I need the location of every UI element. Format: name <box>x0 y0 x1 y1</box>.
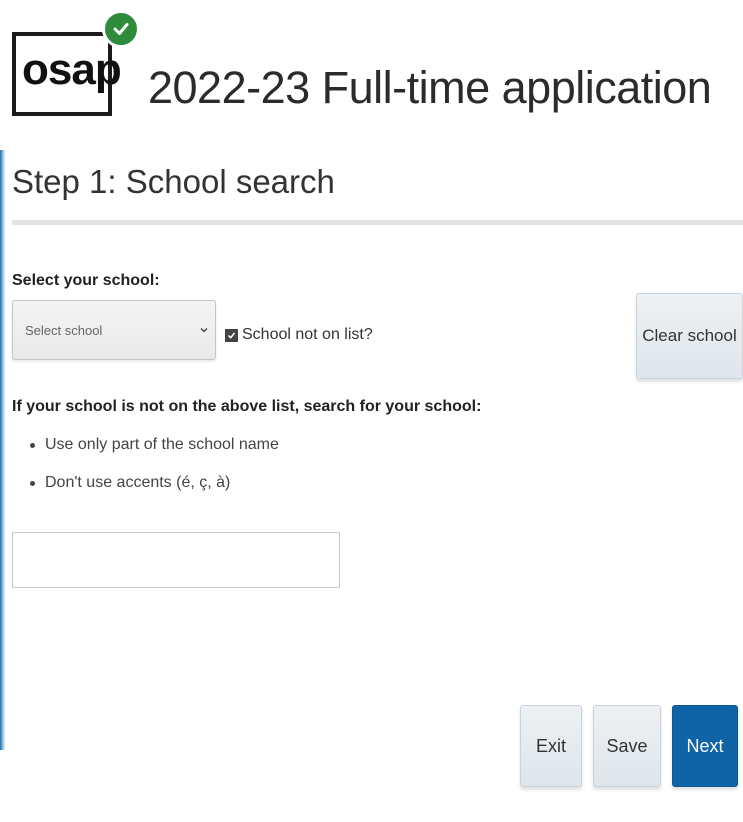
search-hint-text: Use only part of the school name <box>45 436 279 453</box>
save-button[interactable]: Save <box>593 705 661 787</box>
left-edge-decoration <box>0 150 6 750</box>
search-hint-item: Use only part of the school name <box>30 436 279 474</box>
osap-logo: osap <box>12 10 140 118</box>
checkmark-icon <box>113 23 129 35</box>
select-school-label: Select your school: <box>12 272 160 289</box>
search-hint-text: Don't use accents (é, ç, à) <box>45 474 231 491</box>
chevron-down-icon <box>200 328 208 333</box>
school-search-input[interactable] <box>12 532 340 588</box>
school-not-on-list-label: School not on list? <box>242 326 373 343</box>
bullet-icon <box>30 481 35 486</box>
application-title: 2022-23 Full-time application <box>148 62 712 113</box>
logo-text: osap <box>22 45 122 94</box>
next-button[interactable]: Next <box>672 705 738 787</box>
step-title: Step 1: School search <box>12 163 335 200</box>
school-not-on-list-option[interactable]: School not on list? <box>225 326 373 344</box>
school-not-on-list-checkbox[interactable] <box>225 328 238 342</box>
school-search-heading: If your school is not on the above list,… <box>12 398 482 415</box>
exit-button[interactable]: Exit <box>520 705 582 787</box>
school-select-dropdown[interactable]: Select school <box>12 300 216 360</box>
school-select-value: Select school <box>25 323 103 338</box>
search-hint-item: Don't use accents (é, ç, à) <box>30 474 279 512</box>
section-divider <box>12 220 743 225</box>
check-badge-icon <box>102 10 140 48</box>
bullet-icon <box>30 443 35 448</box>
checkbox-check-icon <box>227 332 236 339</box>
search-hints-list: Use only part of the school name Don't u… <box>30 436 279 512</box>
clear-school-button[interactable]: Clear school <box>636 293 743 379</box>
logo-frame: osap <box>12 32 122 116</box>
